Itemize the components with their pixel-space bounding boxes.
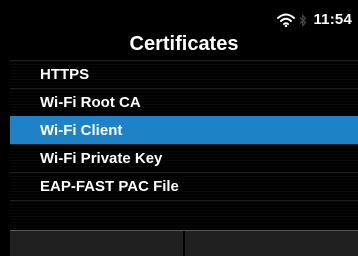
menu-item-eap-fast-pac-file[interactable]: EAP-FAST PAC File <box>10 172 358 200</box>
printer-lcd-screen: 11:54 Certificates HTTPS Wi-Fi Root CA W… <box>0 0 358 256</box>
certificates-menu: HTTPS Wi-Fi Root CA Wi-Fi Client Wi-Fi P… <box>10 60 358 229</box>
status-bar: 11:54 <box>10 0 358 32</box>
lcd-panel: 11:54 Certificates HTTPS Wi-Fi Root CA W… <box>10 0 358 230</box>
bluetooth-icon <box>300 13 307 27</box>
menu-item-wifi-root-ca[interactable]: Wi-Fi Root CA <box>10 88 358 116</box>
clock: 11:54 <box>313 11 352 28</box>
menu-item-wifi-client[interactable]: Wi-Fi Client <box>10 116 358 144</box>
screen-title: Certificates <box>129 33 239 55</box>
softkey-left[interactable] <box>10 231 185 256</box>
wifi-icon <box>277 13 296 27</box>
menu-item-https[interactable]: HTTPS <box>10 60 358 88</box>
softkey-right[interactable] <box>185 231 358 256</box>
menu-item-wifi-private-key[interactable]: Wi-Fi Private Key <box>10 144 358 172</box>
softkey-bar <box>10 230 358 256</box>
status-icons: 11:54 <box>277 10 352 30</box>
menu-empty-row <box>10 200 358 229</box>
